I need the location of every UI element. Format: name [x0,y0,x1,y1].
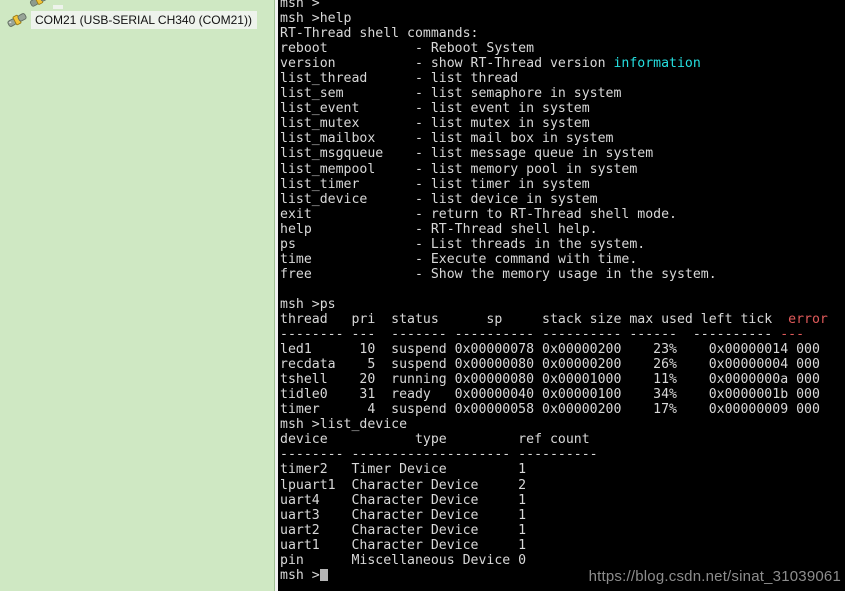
terminal-line: -------- -------------------- ---------- [280,447,598,463]
terminal-line: reboot - Reboot System [280,41,535,57]
terminal-line: led1 10 suspend 0x00000078 0x00000200 23… [280,342,820,358]
terminal-line: tidle0 31 ready 0x00000040 0x00000100 34… [280,387,820,403]
serial-terminal-window: COM21 (USB-SERIAL CH340 (COM21)) msh > ms… [0,0,845,591]
terminal-line: list_mailbox - list mail box in system [280,131,614,147]
terminal-line: pin Miscellaneous Device 0 [280,552,527,568]
list-item[interactable] [0,0,274,9]
terminal-line: list_event - list event in system [280,101,590,117]
terminal-line: uart2 Character Device 1 [280,522,527,538]
list-item-label: COM21 (USB-SERIAL CH340 (COM21)) [31,11,257,29]
terminal-line: time - Execute command with time. [280,251,638,267]
list-item[interactable]: COM21 (USB-SERIAL CH340 (COM21)) [0,9,274,31]
terminal-line: list_sem - list semaphore in system [280,86,622,102]
terminal-line: lpuart1 Character Device 2 [280,477,527,493]
terminal-line: uart3 Character Device 1 [280,507,527,523]
terminal-line: recdata 5 suspend 0x00000080 0x00000200 … [280,357,820,373]
terminal-line: help - RT-Thread shell help. [280,221,598,237]
terminal-line: exit - return to RT-Thread shell mode. [280,206,677,222]
terminal-line: msh >list_device [280,417,408,433]
terminal-line: msh >ps [280,296,336,312]
terminal-line: list_mutex - list mutex in system [280,116,590,132]
terminal-line: list_mempool - list memory pool in syste… [280,161,638,177]
terminal-line: msh >help [280,11,352,27]
serial-port-icon [28,0,50,9]
terminal-line: list_msgqueue - list message queue in sy… [280,146,654,162]
terminal-line: list_timer - list timer in system [280,176,590,192]
terminal-line: version - show RT-Thread version informa… [280,56,701,72]
device-list: COM21 (USB-SERIAL CH340 (COM21)) [0,0,274,31]
terminal-line: list_device - list device in system [280,191,598,207]
terminal-line: device type ref count [280,432,590,448]
terminal-line: uart1 Character Device 1 [280,537,527,553]
terminal-line: list_thread - list thread [280,71,519,87]
terminal-line: ps - List threads in the system. [280,236,646,252]
device-panel: COM21 (USB-SERIAL CH340 (COM21)) [0,0,275,591]
terminal-line: uart4 Character Device 1 [280,492,527,508]
terminal-text: msh > msh >help RT-Thread shell commands: r… [278,0,845,583]
terminal-line: msh > [280,0,320,11]
terminal-line: RT-Thread shell commands: [280,26,479,42]
terminal-line: free - Show the memory usage in the syst… [280,266,717,282]
terminal-line: timer 4 suspend 0x00000058 0x00000200 17… [280,402,820,418]
terminal-line: timer2 Timer Device 1 [280,462,527,478]
terminal-line: -------- --- ------- ---------- --------… [280,327,805,343]
watermark-text: https://blog.csdn.net/sinat_31039061 [588,568,841,585]
list-item-label [53,5,63,9]
terminal-line: thread pri status sp stack size max used… [280,311,828,327]
text-cursor [319,568,328,581]
terminal-output-pane[interactable]: msh > msh >help RT-Thread shell commands: r… [275,0,845,591]
terminal-line: tshell 20 running 0x00000080 0x00001000 … [280,372,820,388]
serial-port-icon [6,11,28,29]
